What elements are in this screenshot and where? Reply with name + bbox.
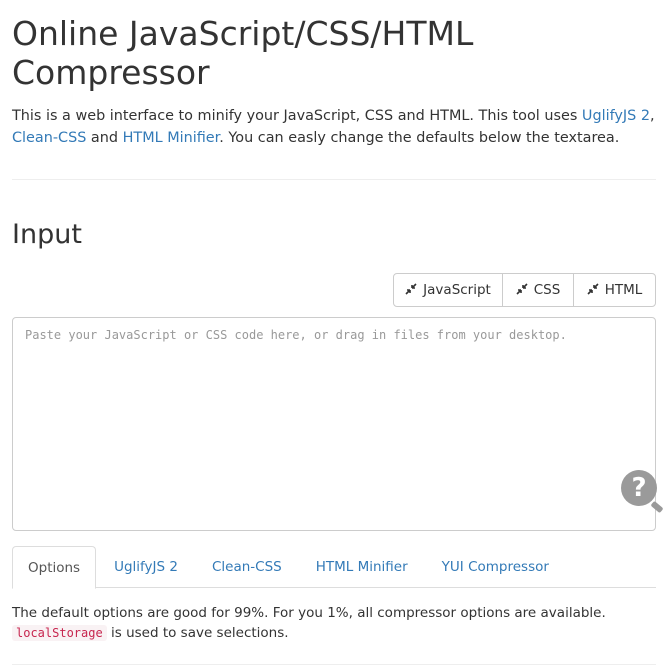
- input-heading: Input: [12, 219, 82, 250]
- page-title: Online JavaScript/CSS/HTML Compressor: [12, 14, 474, 92]
- compress-javascript-label: JavaScript: [423, 282, 491, 298]
- compress-icon: [587, 282, 599, 298]
- compress-css-label: CSS: [533, 282, 561, 298]
- compress-html-label: HTML: [604, 282, 643, 298]
- intro-paragraph: This is a web interface to minify your J…: [12, 105, 658, 149]
- intro-separator-1: ,: [650, 108, 655, 124]
- page: Online JavaScript/CSS/HTML Compressor Th…: [0, 0, 668, 669]
- options-description: The default options are good for 99%. Fo…: [12, 603, 658, 643]
- divider-bottom: [12, 664, 656, 665]
- compress-icon: [405, 282, 417, 298]
- compressor-tabs: Options UglifyJS 2 Clean-CSS HTML Minifi…: [12, 546, 656, 589]
- compress-html-button[interactable]: HTML: [573, 273, 656, 307]
- localstorage-code: localStorage: [12, 625, 107, 641]
- options-line-1: The default options are good for 99%. Fo…: [12, 605, 606, 621]
- tab-options[interactable]: Options: [12, 546, 97, 589]
- intro-text-1: This is a web interface to minify your J…: [12, 108, 582, 124]
- compress-css-button[interactable]: CSS: [502, 273, 574, 307]
- uglifyjs-link[interactable]: UglifyJS 2: [582, 108, 650, 124]
- intro-text-2: . You can easly change the defaults belo…: [219, 130, 620, 146]
- options-line-2: is used to save selections.: [106, 625, 289, 641]
- compress-javascript-button[interactable]: JavaScript: [393, 273, 503, 307]
- divider: [12, 179, 656, 180]
- code-input[interactable]: [12, 317, 656, 531]
- html-minifier-link[interactable]: HTML Minifier: [123, 130, 220, 146]
- compress-button-group: JavaScript CSS HTML: [393, 273, 656, 307]
- clean-css-link[interactable]: Clean-CSS: [12, 130, 86, 146]
- tab-clean-css[interactable]: Clean-CSS: [196, 546, 298, 588]
- help-icon-glyph: ?: [631, 473, 647, 503]
- help-icon[interactable]: ?: [621, 470, 664, 514]
- tab-yui-compressor[interactable]: YUI Compressor: [426, 546, 565, 588]
- tab-html-minifier[interactable]: HTML Minifier: [300, 546, 424, 588]
- tab-uglifyjs[interactable]: UglifyJS 2: [98, 546, 194, 588]
- compress-icon: [516, 282, 528, 298]
- intro-separator-2: and: [86, 130, 123, 146]
